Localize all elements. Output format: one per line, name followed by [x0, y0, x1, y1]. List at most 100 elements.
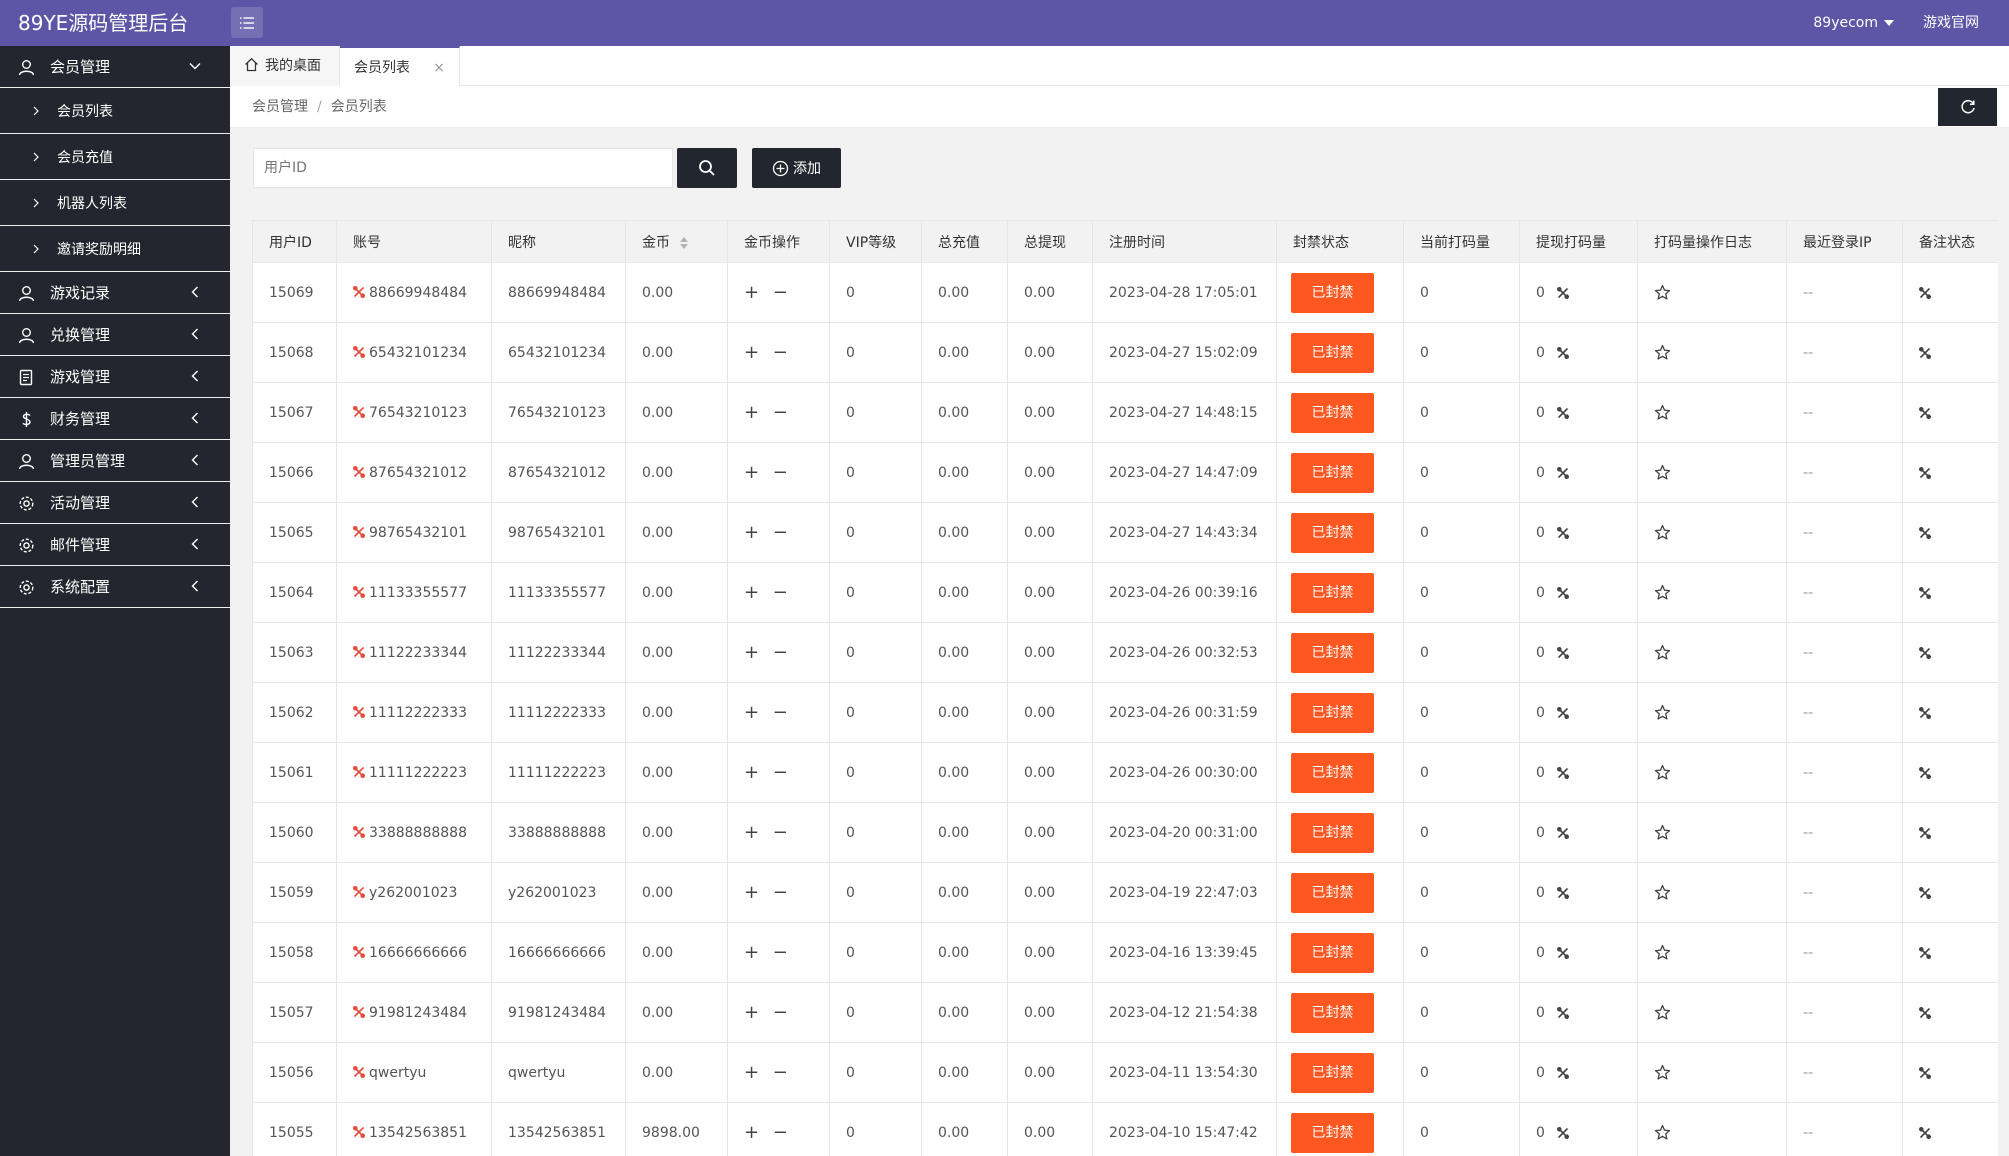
cell-account[interactable]: qwertyu: [336, 1042, 492, 1103]
banned-button[interactable]: 已封禁: [1291, 272, 1374, 313]
wrench-icon[interactable]: [1919, 286, 1931, 299]
wrench-icon[interactable]: [1556, 946, 1569, 959]
wrench-icon[interactable]: [1556, 526, 1569, 539]
sidebar-item-invite-rewards[interactable]: 邀请奖励明细: [0, 226, 230, 272]
search-button[interactable]: [677, 148, 737, 188]
cell-account[interactable]: 11111222223: [336, 742, 492, 803]
wrench-icon[interactable]: [1919, 586, 1931, 599]
wrench-icon[interactable]: [1556, 346, 1569, 359]
star-icon[interactable]: [1654, 884, 1671, 901]
user-menu[interactable]: 89yecom: [1813, 0, 1894, 46]
add-button[interactable]: 添加: [752, 148, 841, 188]
star-icon[interactable]: [1654, 404, 1671, 421]
breadcrumb-item[interactable]: 会员管理: [252, 99, 308, 115]
sidebar-group-mail[interactable]: 邮件管理: [0, 524, 230, 566]
close-icon[interactable]: ×: [433, 48, 445, 88]
banned-button[interactable]: 已封禁: [1291, 752, 1374, 793]
cell-account[interactable]: 16666666666: [336, 922, 492, 983]
sidebar-group-activity[interactable]: 活动管理: [0, 482, 230, 524]
wrench-icon[interactable]: [1556, 286, 1569, 299]
sidebar-group-game-records[interactable]: 游戏记录: [0, 272, 230, 314]
coin-adjust-buttons[interactable]: + −: [744, 822, 792, 843]
wrench-icon[interactable]: [1556, 886, 1569, 899]
wrench-icon[interactable]: [1919, 526, 1931, 539]
wrench-icon[interactable]: [1919, 1066, 1931, 1079]
cell-account[interactable]: 13542563851: [336, 1102, 492, 1156]
coin-adjust-buttons[interactable]: + −: [744, 402, 792, 423]
banned-button[interactable]: 已封禁: [1291, 512, 1374, 553]
cell-account[interactable]: 91981243484: [336, 982, 492, 1043]
tab-member-list[interactable]: 会员列表 ×: [340, 46, 460, 86]
tab-desktop[interactable]: 我的桌面: [230, 46, 340, 86]
banned-button[interactable]: 已封禁: [1291, 872, 1374, 913]
sidebar-group-finance[interactable]: 财务管理: [0, 398, 230, 440]
star-icon[interactable]: [1654, 644, 1671, 661]
wrench-icon[interactable]: [1556, 706, 1569, 719]
wrench-icon[interactable]: [1919, 1126, 1931, 1139]
star-icon[interactable]: [1654, 824, 1671, 841]
sidebar-group-exchange[interactable]: 兑换管理: [0, 314, 230, 356]
coin-adjust-buttons[interactable]: + −: [744, 342, 792, 363]
menu-toggle-button[interactable]: [231, 7, 263, 38]
banned-button[interactable]: 已封禁: [1291, 632, 1374, 673]
star-icon[interactable]: [1654, 584, 1671, 601]
banned-button[interactable]: 已封禁: [1291, 692, 1374, 733]
coin-adjust-buttons[interactable]: + −: [744, 762, 792, 783]
official-site-link[interactable]: 游戏官网: [1923, 0, 1979, 46]
wrench-icon[interactable]: [1556, 1066, 1569, 1079]
wrench-icon[interactable]: [1919, 406, 1931, 419]
cell-account[interactable]: 76543210123: [336, 382, 492, 443]
coin-adjust-buttons[interactable]: + −: [744, 702, 792, 723]
banned-button[interactable]: 已封禁: [1291, 332, 1374, 373]
cell-account[interactable]: 88669948484: [336, 262, 492, 323]
column-header-sortable[interactable]: 金币: [625, 220, 728, 263]
wrench-icon[interactable]: [1919, 766, 1931, 779]
star-icon[interactable]: [1654, 344, 1671, 361]
cell-account[interactable]: 11133355577: [336, 562, 492, 623]
wrench-icon[interactable]: [1919, 346, 1931, 359]
refresh-button[interactable]: [1938, 88, 1997, 126]
cell-account[interactable]: 65432101234: [336, 322, 492, 383]
coin-adjust-buttons[interactable]: + −: [744, 1062, 792, 1083]
banned-button[interactable]: 已封禁: [1291, 932, 1374, 973]
cell-account[interactable]: 11122233344: [336, 622, 492, 683]
star-icon[interactable]: [1654, 464, 1671, 481]
wrench-icon[interactable]: [1556, 646, 1569, 659]
coin-adjust-buttons[interactable]: + −: [744, 582, 792, 603]
wrench-icon[interactable]: [1919, 706, 1931, 719]
sidebar-group-member[interactable]: 会员管理: [0, 46, 230, 88]
coin-adjust-buttons[interactable]: + −: [744, 942, 792, 963]
wrench-icon[interactable]: [1556, 466, 1569, 479]
cell-account[interactable]: 87654321012: [336, 442, 492, 503]
sort-icon[interactable]: [680, 236, 688, 249]
sidebar-group-game-management[interactable]: 游戏管理: [0, 356, 230, 398]
cell-account[interactable]: 33888888888: [336, 802, 492, 863]
banned-button[interactable]: 已封禁: [1291, 1052, 1374, 1093]
wrench-icon[interactable]: [1556, 406, 1569, 419]
banned-button[interactable]: 已封禁: [1291, 992, 1374, 1033]
sidebar-item-member-list[interactable]: 会员列表: [0, 88, 230, 134]
coin-adjust-buttons[interactable]: + −: [744, 462, 792, 483]
star-icon[interactable]: [1654, 704, 1671, 721]
wrench-icon[interactable]: [1919, 886, 1931, 899]
coin-adjust-buttons[interactable]: + −: [744, 522, 792, 543]
coin-adjust-buttons[interactable]: + −: [744, 642, 792, 663]
banned-button[interactable]: 已封禁: [1291, 812, 1374, 853]
coin-adjust-buttons[interactable]: + −: [744, 1122, 792, 1143]
star-icon[interactable]: [1654, 1124, 1671, 1141]
coin-adjust-buttons[interactable]: + −: [744, 1002, 792, 1023]
wrench-icon[interactable]: [1556, 826, 1569, 839]
user-id-search-input[interactable]: [253, 148, 673, 188]
star-icon[interactable]: [1654, 764, 1671, 781]
banned-button[interactable]: 已封禁: [1291, 392, 1374, 433]
wrench-icon[interactable]: [1556, 766, 1569, 779]
wrench-icon[interactable]: [1919, 826, 1931, 839]
coin-adjust-buttons[interactable]: + −: [744, 282, 792, 303]
wrench-icon[interactable]: [1556, 1006, 1569, 1019]
wrench-icon[interactable]: [1919, 646, 1931, 659]
cell-account[interactable]: 11112222333: [336, 682, 492, 743]
star-icon[interactable]: [1654, 1004, 1671, 1021]
sidebar-item-robot-list[interactable]: 机器人列表: [0, 180, 230, 226]
banned-button[interactable]: 已封禁: [1291, 452, 1374, 493]
sidebar-item-member-recharge[interactable]: 会员充值: [0, 134, 230, 180]
